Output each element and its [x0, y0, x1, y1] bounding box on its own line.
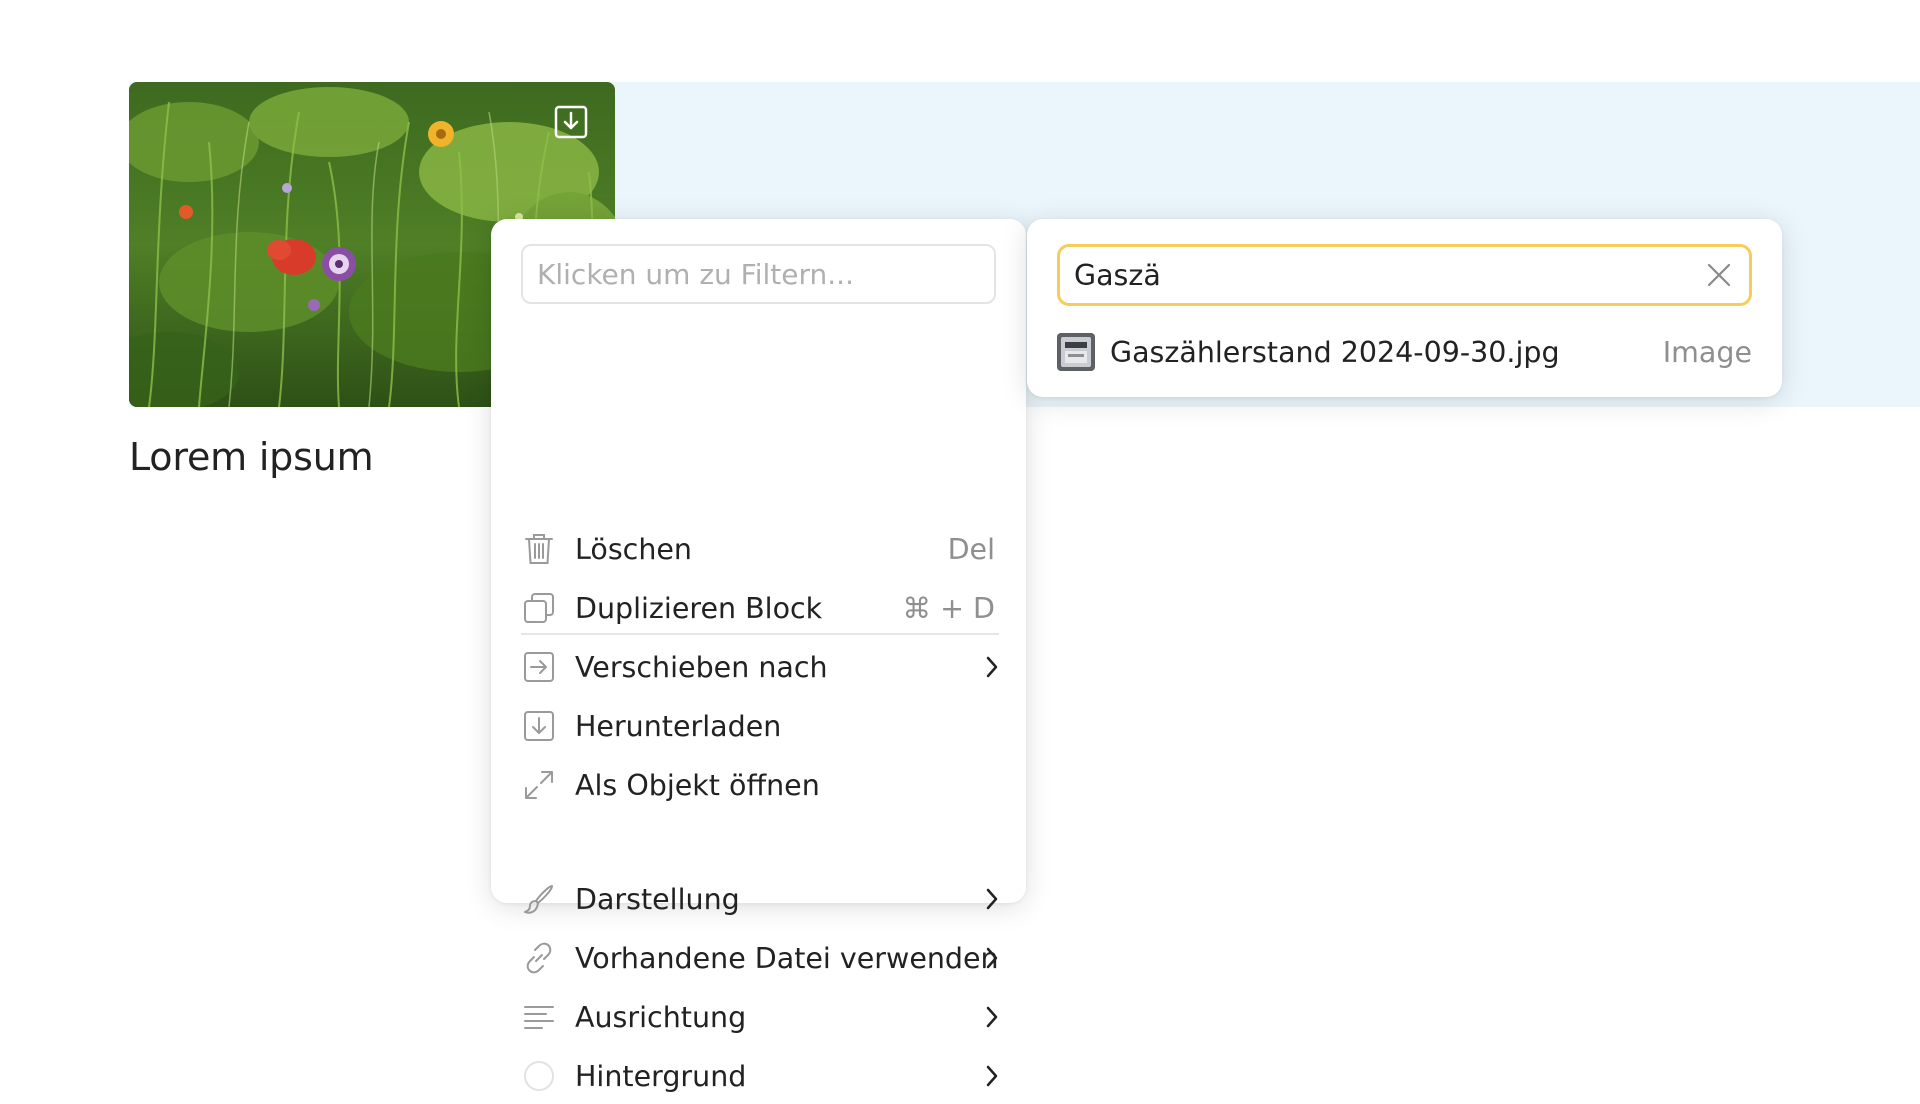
clear-search-button[interactable]	[1701, 257, 1737, 293]
menu-item-download[interactable]: Herunterladen	[521, 698, 1007, 754]
menu-item-label: Duplizieren Block	[575, 591, 823, 625]
file-search-input[interactable]	[1057, 244, 1752, 306]
menu-item-delete[interactable]: Löschen Del	[521, 521, 1007, 577]
menu-item-label: Hintergrund	[575, 1059, 747, 1093]
download-icon	[521, 708, 557, 744]
menu-item-move-to[interactable]: Verschieben nach	[521, 639, 1007, 695]
menu-divider	[521, 633, 999, 635]
block-context-menu: Löschen Del Duplizieren Block ⌘ + D Vers…	[491, 219, 1026, 1093]
menu-item-label: Vorhandene Datei verwenden	[575, 941, 999, 975]
chevron-right-icon	[981, 649, 1003, 685]
file-result-row[interactable]: Gaszählerstand 2024-09-30.jpg Image	[1057, 327, 1752, 377]
link-icon	[521, 940, 557, 976]
chevron-right-icon	[981, 940, 1003, 976]
file-result-type: Image	[1662, 335, 1752, 369]
menu-item-appearance[interactable]: Darstellung	[521, 871, 1007, 927]
menu-item-label: Verschieben nach	[575, 650, 828, 684]
menu-item-label: Ausrichtung	[575, 1000, 747, 1034]
expand-icon	[521, 767, 557, 803]
move-to-icon	[521, 649, 557, 685]
menu-item-use-existing-file[interactable]: Vorhandene Datei verwenden	[521, 930, 1007, 986]
close-icon	[1707, 263, 1731, 287]
brush-icon	[521, 881, 557, 917]
menu-item-background[interactable]: Hintergrund	[521, 1048, 1007, 1104]
shortcut-label: ⌘ + D	[902, 591, 995, 625]
align-left-icon	[521, 999, 557, 1035]
menu-item-label: Herunterladen	[575, 709, 782, 743]
trash-icon	[521, 531, 557, 567]
chevron-right-icon	[981, 1058, 1003, 1094]
gas-meter-thumbnail	[1057, 333, 1095, 371]
chevron-right-icon	[981, 999, 1003, 1035]
chevron-right-icon	[981, 881, 1003, 917]
menu-filter-input[interactable]	[521, 244, 996, 304]
menu-item-label: Darstellung	[575, 882, 740, 916]
menu-item-label: Löschen	[575, 532, 692, 566]
shortcut-label: Del	[947, 532, 995, 566]
image-download-button[interactable]	[553, 104, 589, 140]
menu-item-alignment[interactable]: Ausrichtung	[521, 989, 1007, 1045]
existing-file-picker: Gaszählerstand 2024-09-30.jpg Image	[1027, 219, 1782, 397]
menu-item-open-as-object[interactable]: Als Objekt öffnen	[521, 757, 1007, 813]
menu-item-duplicate[interactable]: Duplizieren Block ⌘ + D	[521, 580, 1007, 636]
color-circle-icon	[521, 1058, 557, 1094]
duplicate-icon	[521, 590, 557, 626]
menu-item-label: Als Objekt öffnen	[575, 768, 820, 802]
image-caption[interactable]: Lorem ipsum	[129, 435, 374, 479]
download-icon	[554, 105, 588, 139]
file-result-name: Gaszählerstand 2024-09-30.jpg	[1110, 335, 1560, 369]
